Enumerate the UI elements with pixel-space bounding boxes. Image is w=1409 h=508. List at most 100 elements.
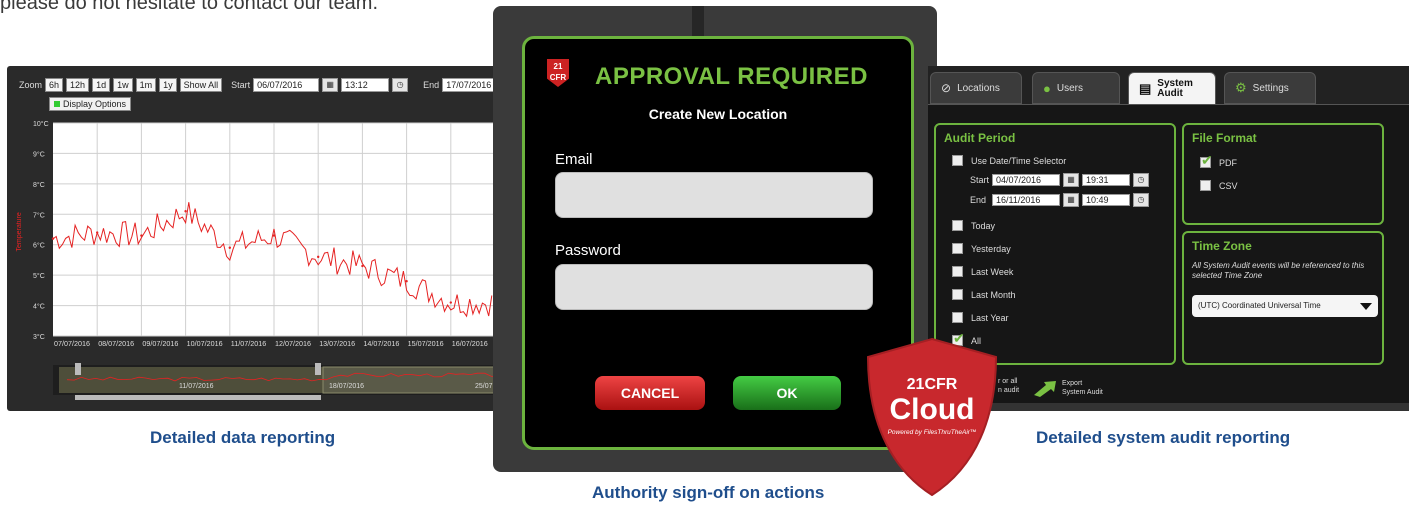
end-time-input[interactable]: 10:49	[1082, 194, 1130, 206]
end-date-input[interactable]: 16/11/2016	[992, 194, 1060, 206]
checkbox-icon[interactable]	[952, 220, 963, 231]
checkbox-icon[interactable]	[952, 155, 963, 166]
data-point	[228, 246, 231, 249]
approval-dialog: 21 CFR APPROVAL REQUIRED Create New Locat…	[522, 36, 914, 450]
caption-authority: Authority sign-off on actions	[592, 483, 825, 502]
tab-users[interactable]: ● Users	[1032, 72, 1120, 104]
data-point	[184, 210, 187, 213]
period-last-week[interactable]: Last Week	[952, 266, 1013, 277]
clock-icon[interactable]: ◷	[1133, 193, 1149, 207]
password-field[interactable]	[555, 264, 873, 310]
user-icon: ●	[1043, 80, 1051, 96]
shield-tagline: Powered by FilesThruTheAir™	[888, 429, 977, 436]
y-tick-label: 4°C	[33, 303, 45, 311]
status-bar	[928, 403, 1409, 411]
start-row: Start 04/07/2016 ▦ 19:31 ◷	[970, 173, 1150, 187]
checkbox-icon[interactable]	[952, 243, 963, 254]
dialog-subtitle: Create New Location	[648, 106, 788, 122]
file-format-box: File Format PDF CSV	[1182, 123, 1384, 225]
data-point	[361, 264, 364, 268]
email-field[interactable]	[555, 172, 873, 218]
y-tick-label: 5°C	[33, 272, 45, 280]
y-tick-label: 7°C	[33, 211, 45, 219]
start-time-input[interactable]: 19:31	[1082, 174, 1131, 186]
time-zone-note: All System Audit events will be referenc…	[1192, 261, 1365, 280]
cancel-button[interactable]: CANCEL	[595, 376, 705, 410]
start-date-input[interactable]: 04/07/2016	[992, 174, 1061, 186]
chevron-down-icon	[1360, 303, 1372, 310]
data-point	[140, 234, 143, 237]
checkbox-icon[interactable]	[1200, 180, 1211, 191]
export-audit-button[interactable]: Export System Audit	[1062, 379, 1103, 397]
x-tick-label: 12/07/2016	[275, 339, 311, 348]
x-tick-label: 09/07/2016	[142, 339, 178, 348]
intro-text: please do not hesitate to contact our te…	[0, 0, 379, 14]
calendar-icon[interactable]: ▦	[1063, 193, 1079, 207]
data-point	[317, 255, 320, 259]
21cfr-badge-icon: 21 CFR	[547, 59, 569, 87]
y-tick-label: 3°C	[33, 333, 45, 341]
y-tick-label: 6°C	[33, 242, 45, 250]
navigator-scrollbar	[75, 395, 321, 400]
format-pdf[interactable]: PDF	[1200, 152, 1237, 169]
navigator-date-label: 25/07	[475, 383, 493, 390]
system-audit-panel: ⊘ Locations ● Users ▤ System Audit ⚙ Set…	[928, 66, 1409, 411]
time-zone-box: Time Zone All System Audit events will b…	[1182, 231, 1384, 365]
audit-content: Audit Period Use Date/Time Selector Star…	[928, 104, 1409, 411]
x-tick-label: 14/07/2016	[363, 339, 399, 348]
checkbox-checked-icon[interactable]	[1200, 152, 1213, 169]
tab-system-audit[interactable]: ▤ System Audit	[1128, 72, 1216, 106]
end-row: End 16/11/2016 ▦ 10:49 ◷	[970, 193, 1149, 207]
x-tick-label: 10/07/2016	[187, 339, 223, 348]
ok-button[interactable]: OK	[733, 376, 841, 410]
navigator-handle-right	[315, 363, 321, 375]
x-tick-label: 07/07/2016	[54, 339, 90, 348]
period-last-year[interactable]: Last Year	[952, 312, 1009, 323]
period-yesterday[interactable]: Yesterday	[952, 243, 1011, 254]
shield-main-text: Cloud	[890, 393, 975, 426]
export-arrow-icon[interactable]	[1032, 379, 1058, 402]
clock-icon[interactable]: ◷	[1133, 173, 1150, 187]
dialog-title: APPROVAL REQUIRED	[595, 63, 868, 90]
time-zone-title: Time Zone	[1192, 239, 1252, 253]
audit-period-title: Audit Period	[944, 131, 1016, 145]
tab-settings[interactable]: ⚙ Settings	[1224, 72, 1316, 104]
navigator-handle-left	[75, 363, 81, 375]
period-today[interactable]: Today	[952, 220, 995, 231]
data-point	[449, 301, 452, 304]
calendar-icon[interactable]: ▦	[1063, 173, 1080, 187]
file-format-title: File Format	[1192, 131, 1257, 145]
x-tick-label: 08/07/2016	[98, 339, 134, 348]
tab-locations[interactable]: ⊘ Locations	[930, 72, 1022, 104]
temperature-chart: 10°C 9°C 8°C 7°C 6°C 5°C 4°C 3°C 07/07/2016 08/07…	[16, 120, 502, 400]
tab-bar: ⊘ Locations ● Users ▤ System Audit ⚙ Set…	[928, 72, 1409, 106]
checkbox-icon[interactable]	[952, 312, 963, 323]
x-tick-label: 16/07/2016	[452, 339, 488, 348]
format-csv[interactable]: CSV	[1200, 180, 1238, 191]
caption-audit-reporting: Detailed system audit reporting	[1036, 428, 1291, 447]
x-tick-label: 13/07/2016	[319, 339, 355, 348]
checkbox-icon[interactable]	[952, 289, 963, 300]
use-selector-option[interactable]: Use Date/Time Selector	[952, 155, 1066, 166]
shield-top-text: 21CFR	[907, 376, 958, 393]
time-zone-select[interactable]: (UTC) Coordinated Universal Time	[1192, 295, 1378, 317]
password-label: Password	[555, 242, 621, 259]
email-label: Email	[555, 151, 593, 168]
y-tick-label: 9°C	[33, 150, 45, 158]
data-point	[405, 280, 408, 283]
window-stripe	[692, 6, 704, 36]
audit-period-box: Audit Period Use Date/Time Selector Star…	[934, 123, 1176, 365]
period-last-month[interactable]: Last Month	[952, 289, 1016, 300]
data-point	[51, 237, 55, 240]
checkbox-icon[interactable]	[952, 266, 963, 277]
chart-panel: Zoom 6h 12h 1d 1w 1m 1y Show All Start 0…	[7, 66, 502, 411]
data-point	[96, 231, 99, 234]
caption-data-reporting: Detailed data reporting	[150, 428, 336, 447]
21cfr-cloud-shield-logo: 21CFR Cloud Powered by FilesThruTheAir™	[866, 337, 998, 497]
navigator-date-label: 18/07/2016	[329, 383, 364, 390]
gear-icon: ⚙	[1235, 80, 1247, 95]
partial-button-text: r or all n audit	[998, 378, 1020, 394]
x-tick-label: 11/07/2016	[231, 339, 266, 348]
x-tick-label: 15/07/2016	[408, 339, 444, 348]
compass-icon: ⊘	[941, 81, 952, 95]
